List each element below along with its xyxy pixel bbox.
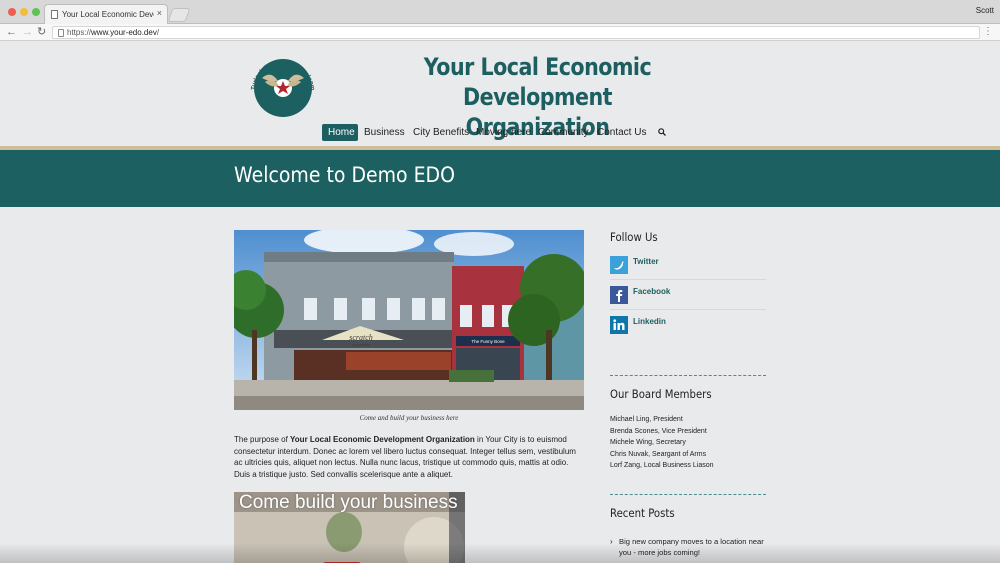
nav-community[interactable]: Community (538, 124, 589, 141)
page-title-band: Welcome to Demo EDO (0, 150, 1000, 207)
new-tab-button[interactable] (167, 8, 191, 22)
tab-title: Your Local Economic Development Organiza… (62, 10, 154, 19)
nav-contact-us[interactable]: Contact Us (597, 124, 646, 141)
social-label[interactable]: Linkedin (633, 317, 666, 326)
board-member: Michele Wing, Secretary (610, 439, 686, 447)
board-member: Lorf Zang, Local Business Liason (610, 462, 714, 470)
shop-sign-funny-bone: The Funny Bone (471, 339, 505, 344)
video-title: Come build your business (239, 492, 458, 513)
divider (610, 279, 766, 280)
facebook-icon (610, 286, 628, 304)
board-member: Brenda Scones, Vice President (610, 427, 707, 435)
linkedin-icon (610, 316, 628, 334)
section-divider (610, 375, 766, 376)
social-label[interactable]: Facebook (633, 287, 670, 296)
page-title: Welcome to Demo EDO (234, 163, 455, 187)
divider (610, 309, 766, 310)
back-arrow-icon[interactable]: ← (6, 25, 17, 39)
photo-caption: Come and build your business here (359, 414, 459, 422)
nav-moving-here[interactable]: Moving here (476, 124, 531, 141)
search-icon[interactable] (658, 128, 666, 136)
recent-post-link[interactable]: Big new company moves to a location near… (619, 537, 764, 557)
bottom-shadow (0, 543, 1000, 563)
url-text[interactable]: https://www.your-edo.dev/ (67, 28, 159, 37)
twitter-icon (610, 256, 628, 274)
chevron-right-icon: › (610, 537, 613, 546)
lock-icon (58, 29, 64, 37)
reload-icon[interactable]: ↻ (37, 25, 46, 39)
browser-toolbar: ← → ↻ https://www.your-edo.dev/ ⋮ (0, 24, 1000, 41)
nav-city-benefits[interactable]: City Benefits (413, 124, 469, 141)
board-members-list: Michael Ling, President Brenda Scones, V… (610, 414, 766, 472)
recent-posts-heading: Recent Posts (610, 506, 675, 520)
kebab-menu-icon[interactable]: ⋮ (983, 26, 993, 38)
follow-us-heading: Follow Us (610, 230, 658, 244)
board-member: Chris Nuvak, Seargant of Arms (610, 450, 707, 458)
recent-post-item[interactable]: › Big new company moves to a location nea… (610, 536, 766, 559)
edo-logo[interactable]: Turlock Economic Development • Prosperit… (245, 48, 321, 124)
tab-close-icon[interactable]: × (157, 8, 162, 18)
browser-tab[interactable]: Your Local Economic Development Organiza… (44, 4, 168, 24)
maximize-window-button[interactable] (32, 8, 40, 16)
section-divider (610, 494, 766, 495)
intro-paragraph: The purpose of Your Local Economic Devel… (234, 435, 576, 479)
board-member: Michael Ling, President (610, 416, 683, 423)
browser-tab-bar: Your Local Economic Development Organiza… (0, 0, 1000, 24)
address-bar[interactable]: https://www.your-edo.dev/ (52, 26, 980, 39)
recent-posts-list: › Big new company moves to a location nea… (610, 536, 766, 559)
storefront-photo: scratch cupcakery The Funny Bone (234, 230, 584, 410)
site-header: Turlock Economic Development • Prosperit… (0, 42, 1000, 146)
org-name-bold: Your Local Economic Development Organiza… (290, 435, 475, 444)
social-linkedin[interactable]: Linkedin (610, 316, 766, 342)
close-window-button[interactable] (8, 8, 16, 16)
nav-home[interactable]: Home (322, 124, 358, 141)
forward-arrow-icon[interactable]: → (22, 25, 33, 39)
video-thumbnail[interactable]: Come build your business (234, 492, 465, 563)
shop-sign-cupcakery: cupcakery (352, 342, 370, 347)
shop-sign-scratch: scratch (349, 333, 373, 342)
page-icon (51, 10, 58, 19)
nav-business[interactable]: Business (364, 124, 405, 141)
board-members-heading: Our Board Members (610, 387, 712, 401)
profile-name[interactable]: Scott (976, 6, 994, 15)
social-label[interactable]: Twitter (633, 257, 659, 266)
minimize-window-button[interactable] (20, 8, 28, 16)
